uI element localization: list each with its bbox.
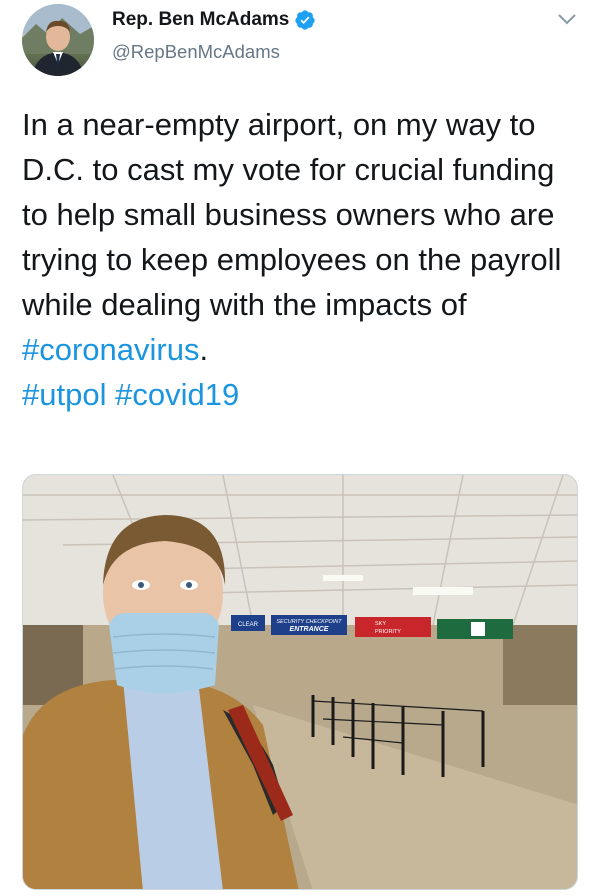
accessibility-icon: [471, 622, 485, 636]
sign-clear: CLEAR: [238, 622, 259, 628]
verified-badge-icon: [295, 10, 315, 30]
tweet-header: Rep. Ben McAdams @RepBenMcAdams: [0, 0, 595, 90]
tweet-body: In a near-empty airport, on my way to D.…: [22, 107, 570, 322]
tweet-text: In a near-empty airport, on my way to D.…: [22, 102, 582, 417]
sign-security: SECURITY CHECKPOINT: [276, 619, 342, 625]
tweet-punctuation: .: [199, 332, 209, 367]
display-name[interactable]: Rep. Ben McAdams: [112, 9, 289, 31]
handle[interactable]: @RepBenMcAdams: [112, 41, 280, 63]
sign-priority: PRIORITY: [375, 629, 401, 635]
face-mask: [109, 613, 219, 693]
hashtag-link[interactable]: #coronavirus: [22, 332, 199, 367]
hashtag-link[interactable]: #covid19: [115, 377, 239, 412]
hashtag-link[interactable]: #utpol: [22, 377, 106, 412]
chevron-down-icon[interactable]: [556, 11, 578, 27]
name-row: Rep. Ben McAdams: [112, 9, 316, 31]
avatar[interactable]: [22, 4, 94, 76]
profile-photo-icon: [22, 4, 94, 76]
sign-entrance: ENTRANCE: [290, 626, 329, 633]
tweet-photo[interactable]: CLEAR SECURITY CHECKPOINT ENTRANCE SKY P…: [22, 474, 578, 890]
airport-selfie-image: CLEAR SECURITY CHECKPOINT ENTRANCE SKY P…: [23, 475, 577, 889]
sign-sky: SKY: [375, 621, 386, 627]
